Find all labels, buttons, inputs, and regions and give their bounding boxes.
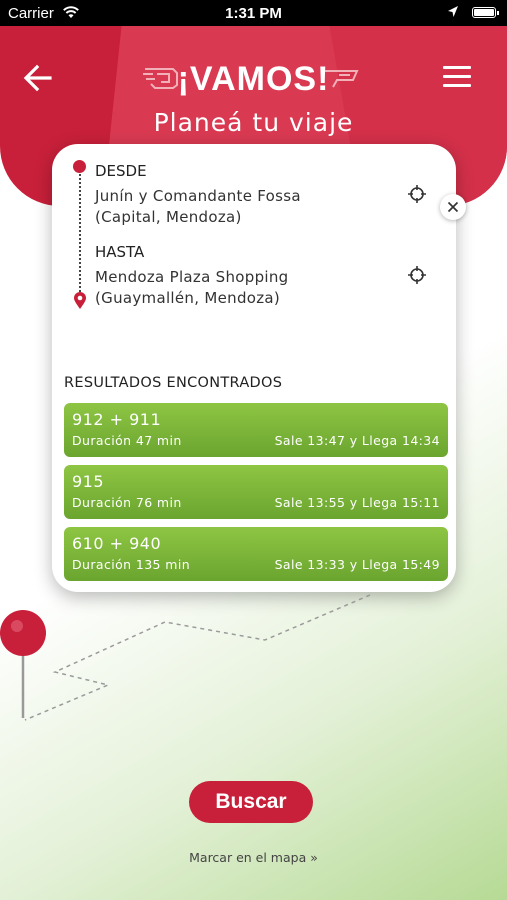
- result-lines: 915: [72, 472, 105, 491]
- result-item[interactable]: 915 Duración 76 min Sale 13:55 y Llega 1…: [64, 465, 448, 519]
- location-pin-icon: [0, 610, 46, 656]
- origin-marker: [73, 160, 86, 173]
- destination-field[interactable]: Mendoza Plaza Shopping (Guaymallén, Mend…: [95, 267, 289, 309]
- status-bar: Carrier 1:31 PM: [0, 0, 507, 26]
- mark-on-map-link[interactable]: Marcar en el mapa »: [0, 850, 507, 865]
- map-pin-icon: [74, 292, 86, 309]
- result-duration: Duración 135 min: [72, 557, 191, 572]
- result-lines: 912 + 911: [72, 410, 162, 429]
- map-route-decoration: [0, 594, 371, 721]
- crosshair-icon: [408, 266, 426, 284]
- results-title: RESULTADOS ENCONTRADOS: [64, 375, 283, 391]
- close-icon: [447, 201, 459, 213]
- destination-locate-button[interactable]: [407, 265, 427, 289]
- result-item[interactable]: 912 + 911 Duración 47 min Sale 13:47 y L…: [64, 403, 448, 457]
- route-dotted-line: [79, 166, 81, 296]
- search-button[interactable]: Buscar: [189, 781, 313, 823]
- destination-label: HASTA: [95, 243, 145, 261]
- origin-locate-button[interactable]: [407, 184, 427, 208]
- crosshair-icon: [408, 185, 426, 203]
- origin-line-2: (Capital, Mendoza): [95, 208, 242, 226]
- result-duration: Duración 47 min: [72, 433, 182, 448]
- destination-line-2: (Guaymallén, Mendoza): [95, 289, 281, 307]
- menu-icon-bar: [443, 66, 471, 69]
- origin-label: DESDE: [95, 162, 147, 180]
- result-duration: Duración 76 min: [72, 495, 182, 510]
- battery-icon: [472, 7, 499, 18]
- menu-button[interactable]: [443, 66, 471, 88]
- result-lines: 610 + 940: [72, 534, 162, 553]
- menu-icon-bar: [443, 75, 471, 78]
- trip-card: DESDE Junín y Comandante Fossa (Capital,…: [52, 144, 466, 592]
- destination-line-1: Mendoza Plaza Shopping: [95, 268, 289, 286]
- result-schedule: Sale 13:47 y Llega 14:34: [274, 433, 440, 448]
- result-item[interactable]: 610 + 940 Duración 135 min Sale 13:33 y …: [64, 527, 448, 581]
- result-schedule: Sale 13:55 y Llega 15:11: [274, 495, 440, 510]
- result-schedule: Sale 13:33 y Llega 15:49: [274, 557, 440, 572]
- location-arrow-icon: [447, 5, 459, 23]
- origin-line-1: Junín y Comandante Fossa: [95, 187, 301, 205]
- app-title: ¡VAMOS!: [177, 60, 330, 98]
- page-title: Planeá tu viaje: [153, 108, 354, 137]
- menu-icon-bar: [443, 84, 471, 87]
- clear-trip-button[interactable]: [440, 194, 466, 220]
- origin-field[interactable]: Junín y Comandante Fossa (Capital, Mendo…: [95, 186, 301, 228]
- clock: 1:31 PM: [225, 5, 282, 22]
